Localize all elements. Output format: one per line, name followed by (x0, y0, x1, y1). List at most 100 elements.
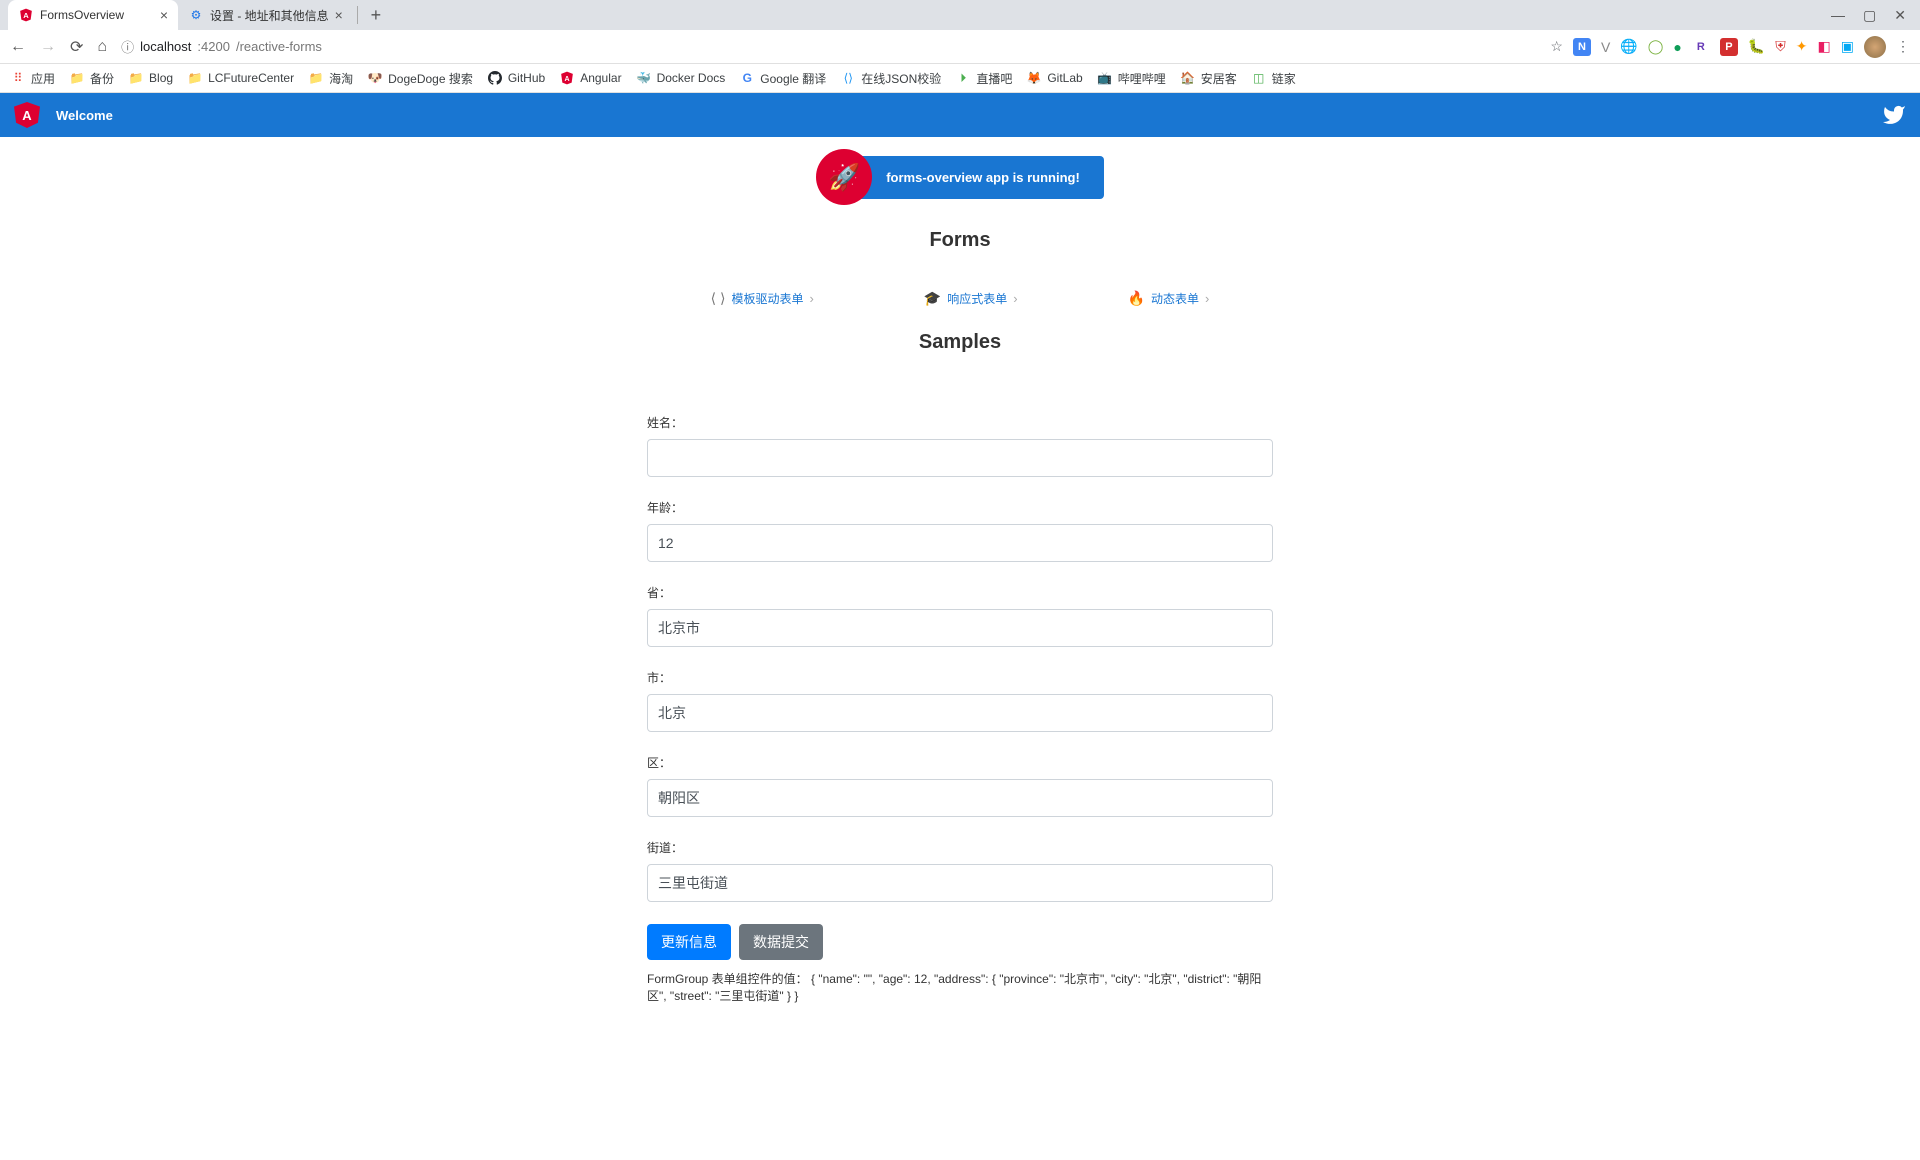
ext-icon-11[interactable]: ◧ (1818, 38, 1831, 55)
bookmark-json[interactable]: ⟨⟩在线JSON校验 (840, 70, 941, 87)
banner: 🚀 forms-overview app is running! (0, 149, 1920, 205)
age-input[interactable] (647, 524, 1273, 562)
city-input[interactable] (647, 694, 1273, 732)
star-icon[interactable]: ☆ (1550, 38, 1563, 55)
bookmark-doge[interactable]: 🐶DogeDoge 搜索 (367, 70, 473, 87)
bookmark-apps[interactable]: ⠿应用 (10, 70, 55, 87)
district-label: 区： (647, 754, 1273, 771)
district-input[interactable] (647, 779, 1273, 817)
folder-icon: 📁 (187, 70, 203, 86)
close-icon[interactable]: × (335, 7, 343, 23)
city-label: 市： (647, 669, 1273, 686)
ext-icon-10[interactable]: ✦ (1796, 38, 1808, 55)
form-value-display: FormGroup 表单组控件的值： { "name": "", "age": … (647, 970, 1273, 1004)
ext-shield-icon[interactable]: ⛨ (1775, 38, 1786, 55)
app-header: A Welcome (0, 93, 1920, 137)
bookmark-folder[interactable]: 📁备份 (69, 70, 114, 87)
bookmark-google[interactable]: GGoogle 翻译 (739, 70, 826, 87)
fire-icon: 🔥 (1128, 290, 1145, 307)
street-input[interactable] (647, 864, 1273, 902)
bilibili-icon: 📺 (1097, 70, 1113, 86)
tabs-row: A FormsOverview × ⚙ 设置 - 地址和其他信息 × + — ▢… (0, 0, 1920, 30)
nav-card-dynamic-forms[interactable]: 🔥 动态表单 › (1128, 290, 1210, 307)
json-icon: ⟨⟩ (840, 70, 856, 86)
submit-button[interactable]: 数据提交 (739, 924, 823, 960)
maximize-button[interactable]: ▢ (1863, 7, 1876, 24)
ext-translate-icon[interactable]: 🌐 (1620, 38, 1637, 55)
form: 姓名： 年龄： 省： 市： 区： 街道： 更新信息 数据提交 FormGroup… (643, 414, 1277, 1004)
new-tab-button[interactable]: + (362, 5, 390, 26)
nav-card-reactive-forms[interactable]: 🎓 响应式表单 › (924, 290, 1018, 307)
tab-1[interactable]: A FormsOverview × (8, 0, 178, 30)
browser-chrome: A FormsOverview × ⚙ 设置 - 地址和其他信息 × + — ▢… (0, 0, 1920, 93)
folder-icon: 📁 (308, 70, 324, 86)
minimize-button[interactable]: — (1831, 7, 1845, 24)
bookmark-angular[interactable]: AAngular (559, 70, 621, 86)
forward-button[interactable]: → (40, 38, 56, 56)
ext-icon-7[interactable]: P (1720, 38, 1738, 56)
code-icon: ⟨ ⟩ (711, 290, 726, 307)
lianjia-icon: ◫ (1251, 70, 1267, 86)
ext-icon-12[interactable]: ▣ (1841, 38, 1854, 55)
info-icon[interactable]: ⓘ (121, 37, 134, 56)
folder-icon: 📁 (128, 70, 144, 86)
gear-icon: ⚙ (188, 7, 204, 23)
nav-card-label: 模板驱动表单 (731, 290, 803, 307)
tab-title: FormsOverview (40, 8, 124, 22)
reload-button[interactable]: ⟳ (70, 37, 83, 57)
chevron-right-icon: › (1013, 291, 1017, 306)
ext-icon-5[interactable]: ● (1673, 39, 1681, 55)
ext-icon-2[interactable]: V (1601, 39, 1610, 55)
toolbar-icons: ☆ N V 🌐 ◯ ● R P 🐛 ⛨ ✦ ◧ ▣ ⋮ (1550, 36, 1910, 58)
forms-title: Forms (0, 229, 1920, 252)
window-controls: — ▢ ✕ (1831, 7, 1920, 24)
close-window-button[interactable]: ✕ (1894, 7, 1906, 24)
ext-icon-4[interactable]: ◯ (1648, 38, 1664, 55)
update-button[interactable]: 更新信息 (647, 924, 731, 960)
age-label: 年龄： (647, 499, 1273, 516)
banner-text: forms-overview app is running! (852, 156, 1104, 199)
bookmark-folder[interactable]: 📁LCFutureCenter (187, 70, 294, 86)
samples-title: Samples (0, 331, 1920, 354)
bookmark-anjuke[interactable]: 🏠安居客 (1180, 70, 1237, 87)
name-input[interactable] (647, 439, 1273, 477)
back-button[interactable]: ← (10, 38, 26, 56)
nav-card-label: 动态表单 (1151, 290, 1199, 307)
ext-icon-6[interactable]: R (1692, 38, 1710, 56)
bookmarks-bar: ⠿应用 📁备份 📁Blog 📁LCFutureCenter 📁海淘 🐶DogeD… (0, 64, 1920, 93)
field-city: 市： (647, 669, 1273, 732)
ext-icon-1[interactable]: N (1573, 38, 1591, 56)
field-age: 年龄： (647, 499, 1273, 562)
province-input[interactable] (647, 609, 1273, 647)
bookmark-gitlab[interactable]: 🦊GitLab (1026, 70, 1082, 86)
province-label: 省： (647, 584, 1273, 601)
tab-2[interactable]: ⚙ 设置 - 地址和其他信息 × (178, 0, 353, 30)
field-street: 街道： (647, 839, 1273, 902)
bookmark-lianjia[interactable]: ◫链家 (1251, 70, 1296, 87)
twitter-icon[interactable] (1882, 103, 1906, 127)
doge-icon: 🐶 (367, 70, 383, 86)
zhibo-icon: ⏵ (955, 70, 971, 86)
profile-avatar[interactable] (1864, 36, 1886, 58)
bookmark-zhibo[interactable]: ⏵直播吧 (955, 70, 1012, 87)
close-icon[interactable]: × (160, 7, 168, 23)
menu-icon[interactable]: ⋮ (1896, 38, 1910, 55)
name-label: 姓名： (647, 414, 1273, 431)
chevron-right-icon: › (809, 291, 813, 306)
address-bar[interactable]: ⓘ localhost:4200/reactive-forms (121, 37, 1536, 56)
angular-logo: A (14, 102, 40, 128)
bookmark-bilibili[interactable]: 📺哔哩哔哩 (1097, 70, 1166, 87)
url-port: :4200 (197, 39, 230, 54)
bookmark-docker[interactable]: 🐳Docker Docs (636, 70, 726, 86)
ext-icon-8[interactable]: 🐛 (1748, 38, 1765, 55)
bookmark-github[interactable]: GitHub (487, 70, 545, 86)
home-button[interactable]: ⌂ (97, 38, 107, 56)
tab-title: 设置 - 地址和其他信息 (210, 7, 329, 24)
bookmark-folder[interactable]: 📁Blog (128, 70, 173, 86)
nav-card-template-forms[interactable]: ⟨ ⟩ 模板驱动表单 › (711, 290, 814, 307)
rocket-icon: 🚀 (816, 149, 872, 205)
apps-icon: ⠿ (10, 70, 26, 86)
url-path: /reactive-forms (236, 39, 322, 54)
field-province: 省： (647, 584, 1273, 647)
bookmark-folder[interactable]: 📁海淘 (308, 70, 353, 87)
